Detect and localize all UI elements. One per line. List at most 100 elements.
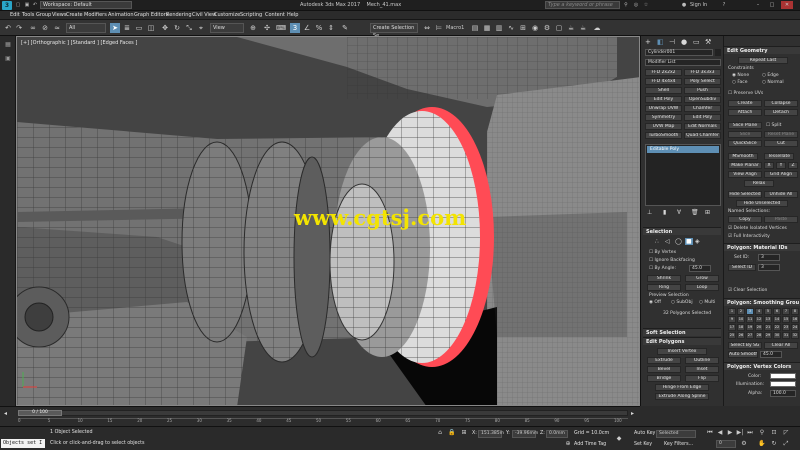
viewport-label[interactable]: [+] [Orthographic ] [Standard ] [Edged F… — [21, 40, 137, 46]
time-slider-thumb[interactable]: 0 / 100 — [18, 410, 62, 416]
menu-edit[interactable]: Edit — [10, 12, 20, 18]
redo-icon[interactable]: ↷ — [14, 23, 24, 33]
select-by-sg-button[interactable]: Select By SG — [728, 342, 762, 349]
schematic-view-icon[interactable]: ⊞ — [518, 23, 528, 33]
hierarchy-tab-icon[interactable]: ⊣ — [669, 38, 675, 46]
smoothing-group-button[interactable]: 26 — [737, 332, 745, 339]
border-mode-icon[interactable]: ◯ — [675, 238, 682, 245]
next-frame-icon[interactable]: ▶| — [736, 429, 744, 437]
time-config-icon[interactable]: ⚙ — [740, 440, 748, 448]
time-tag-icon[interactable]: ⊕ — [564, 440, 572, 448]
maximize-viewport-icon[interactable]: ⤢ — [782, 440, 790, 448]
display-tab-icon[interactable]: ▭ — [693, 38, 700, 46]
reset-plane-button[interactable]: Reset Plane — [764, 131, 798, 138]
selection-rollout-header[interactable]: Selection — [643, 227, 721, 235]
select-by-name-icon[interactable]: ≣ — [122, 23, 132, 33]
constraint-normal-radio[interactable]: ○ Normal — [762, 80, 784, 85]
unlink-icon[interactable]: ⊘ — [40, 23, 50, 33]
quickslice-button[interactable]: QuickSlice — [728, 140, 762, 147]
smoothing-group-button[interactable]: 14 — [773, 316, 781, 323]
spinner-snap-icon[interactable]: ⇕ — [326, 23, 336, 33]
star-icon[interactable]: ☆ — [642, 1, 650, 9]
smoothing-group-button[interactable]: 5 — [764, 308, 772, 315]
msmooth-button[interactable]: MSmooth — [728, 153, 758, 160]
curve-editor-icon[interactable]: ∿ — [506, 23, 516, 33]
attach-button[interactable]: Attach — [728, 109, 762, 116]
select-id-button[interactable]: Select ID — [728, 264, 756, 271]
mod-push-button[interactable]: Push — [684, 87, 721, 94]
undo-icon[interactable]: ↶ — [3, 23, 13, 33]
soft-selection-rollout-header[interactable]: Soft Selection — [643, 328, 721, 336]
menu-rendering[interactable]: Rendering — [166, 12, 192, 18]
object-name-field[interactable]: Cylinder001 — [645, 49, 713, 56]
snaps-toggle-icon[interactable]: 3 — [290, 23, 300, 33]
split-checkbox[interactable]: ☐ Split — [766, 123, 781, 128]
auto-smooth-button[interactable]: Auto Smooth — [728, 351, 758, 358]
smoothing-group-button[interactable]: 15 — [782, 316, 790, 323]
smoothing-group-button[interactable]: 20 — [755, 324, 763, 331]
paste-button[interactable]: Paste — [764, 216, 798, 223]
smoothing-group-button[interactable]: 27 — [746, 332, 754, 339]
set-key-button[interactable]: Set Key — [634, 442, 652, 447]
smoothing-group-button[interactable]: 9 — [728, 316, 736, 323]
window-crossing-icon[interactable]: ◫ — [146, 23, 156, 33]
vertex-mode-icon[interactable]: ∴ — [655, 238, 659, 245]
mod-uvw-map-button[interactable]: UVW Map — [645, 123, 682, 130]
clear-all-button[interactable]: Clear All — [764, 342, 798, 349]
by-vertex-checkbox[interactable]: ☐ By Vertex — [649, 250, 676, 255]
slice-button[interactable]: Slice — [728, 131, 762, 138]
keyboard-shortcut-icon[interactable]: ⌨ — [276, 23, 286, 33]
mod-edit-normals-button[interactable]: Edit Normals — [684, 123, 721, 130]
menu-graph-editors[interactable]: Graph Editors — [134, 12, 168, 18]
hide-unselected-button[interactable]: Hide Unselected — [736, 200, 788, 207]
smoothing-group-button[interactable]: 7 — [782, 308, 790, 315]
maximize-button[interactable]: □ — [766, 1, 778, 9]
select-object-icon[interactable]: ➤ — [110, 23, 120, 33]
set-id-field[interactable]: 3 — [758, 254, 780, 261]
named-selection-icon[interactable]: ✎ — [340, 23, 350, 33]
time-config-icon[interactable]: ◂ — [4, 410, 7, 417]
constraint-none-radio[interactable]: ◉ None — [732, 73, 749, 78]
slice-plane-button[interactable]: Slice Plane — [728, 122, 762, 129]
minimize-button[interactable]: – — [752, 1, 764, 9]
smoothing-group-button[interactable]: 17 — [728, 324, 736, 331]
smoothing-group-button[interactable]: 29 — [764, 332, 772, 339]
smoothing-group-button[interactable]: 3 — [746, 308, 754, 315]
smoothing-group-button[interactable]: 28 — [755, 332, 763, 339]
modifier-stack[interactable]: Editable Poly — [645, 144, 721, 206]
tessellate-button[interactable]: Tessellate — [764, 153, 794, 160]
unhide-all-button[interactable]: Unhide All — [764, 191, 798, 198]
preview-off-radio[interactable]: ◉ Off — [649, 300, 661, 305]
align-icon[interactable]: ⊨ — [434, 23, 444, 33]
zoom-icon[interactable]: ⚲ — [758, 429, 766, 437]
illumination-swatch[interactable] — [770, 381, 796, 387]
walk-through-icon[interactable]: ◆ — [615, 435, 623, 443]
smoothing-group-button[interactable]: 13 — [764, 316, 772, 323]
by-angle-checkbox[interactable]: ☐ By Angle: — [649, 266, 676, 271]
a360-icon[interactable]: ☁ — [592, 23, 602, 33]
undo-icon[interactable]: ↶ — [31, 1, 39, 9]
create-tab-icon[interactable]: + — [645, 38, 651, 46]
time-next-icon[interactable]: ▸ — [631, 410, 634, 417]
modify-tab-icon[interactable]: ◧ — [657, 38, 664, 46]
smoothing-group-button[interactable]: 23 — [782, 324, 790, 331]
smoothing-group-button[interactable]: 12 — [755, 316, 763, 323]
menu-modifiers[interactable]: Modifiers — [84, 12, 107, 18]
isolate-icon[interactable]: ⌂ — [436, 429, 444, 437]
menu-create[interactable]: Create — [66, 12, 83, 18]
search-input[interactable]: Type a keyword or phrase — [545, 1, 620, 9]
outline-button[interactable]: Outline — [685, 357, 719, 364]
extrude-along-spline-button[interactable]: Extrude Along Spline — [655, 393, 709, 400]
goto-start-icon[interactable]: ⏮ — [706, 429, 714, 437]
reference-coordinate-dropdown[interactable]: View — [210, 23, 244, 33]
copy-button[interactable]: Copy — [728, 216, 762, 223]
hinge-from-edge-button[interactable]: Hinge From Edge — [655, 384, 709, 391]
percent-snap-icon[interactable]: % — [314, 23, 324, 33]
ignore-backfacing-checkbox[interactable]: ☐ Ignore Backfacing — [649, 258, 695, 263]
object-color-swatch[interactable] — [715, 49, 721, 56]
material-ids-rollout-header[interactable]: Polygon: Material IDs — [724, 243, 800, 251]
menu-tools[interactable]: Tools — [22, 12, 34, 18]
create-button[interactable]: Create — [728, 100, 762, 107]
mod-edit-poly-button[interactable]: Edit Poly — [645, 96, 682, 103]
macro-label[interactable]: Macro1 — [446, 25, 464, 31]
